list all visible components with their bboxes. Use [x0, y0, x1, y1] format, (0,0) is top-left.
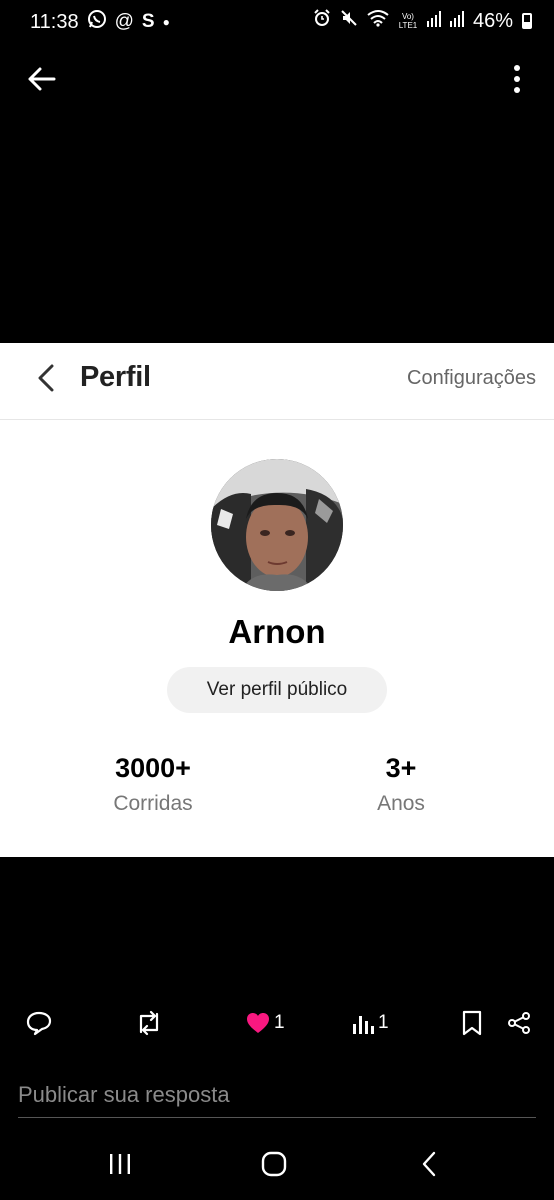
- wifi-icon: [367, 9, 389, 33]
- status-left: 11:38 @ S ●: [30, 9, 170, 35]
- signal-icon: [426, 10, 441, 33]
- alarm-icon: [313, 9, 331, 33]
- status-bar: 11:38 @ S ● Vo) LTE1 46%: [0, 0, 554, 44]
- more-options-icon[interactable]: [512, 64, 522, 94]
- mute-icon: [340, 9, 358, 33]
- whatsapp-icon: [87, 9, 107, 35]
- stat-label: Corridas: [113, 792, 193, 815]
- profile-name: Arnon: [228, 613, 326, 650]
- at-icon: @: [114, 11, 134, 32]
- bookmark-button[interactable]: [461, 1008, 483, 1038]
- embedded-screenshot[interactable]: Perfil Configurações Arnon Ver perfil pú…: [0, 343, 554, 857]
- page-title: Perfil: [80, 361, 151, 393]
- chevron-left-icon: [36, 363, 56, 393]
- bookmark-icon: [461, 1010, 483, 1036]
- stat-label: Anos: [377, 792, 425, 815]
- battery-percent: 46%: [472, 9, 513, 32]
- like-count: 1: [274, 1012, 285, 1033]
- nav-back-button[interactable]: [410, 1146, 450, 1182]
- reply-input[interactable]: Publicar sua resposta: [18, 1076, 536, 1118]
- analytics-icon: [352, 1012, 374, 1034]
- avatar: [211, 459, 343, 591]
- dot-icon: ●: [162, 15, 170, 29]
- comment-icon: [26, 1010, 52, 1036]
- repost-button[interactable]: [135, 1008, 163, 1038]
- stat-value: 3+: [385, 753, 417, 783]
- reply-button[interactable]: [26, 1008, 52, 1038]
- s-icon: S: [141, 11, 155, 32]
- volte-icon: Vo) LTE1: [398, 12, 418, 30]
- status-time: 11:38: [30, 10, 79, 33]
- view-count: 1: [378, 1012, 389, 1033]
- recent-apps-button[interactable]: [100, 1146, 140, 1182]
- share-icon: [507, 1011, 531, 1035]
- heart-icon: [246, 1012, 270, 1034]
- embed-header: Perfil Configurações: [0, 343, 554, 420]
- signal-icon: [449, 10, 464, 33]
- stat-years: 3+ Anos: [301, 753, 501, 816]
- back-arrow-icon[interactable]: [26, 64, 56, 94]
- stat-rides: 3000+ Corridas: [53, 753, 253, 816]
- view-public-profile-button: Ver perfil público: [167, 667, 387, 713]
- share-button[interactable]: [507, 1008, 531, 1038]
- like-button[interactable]: 1: [246, 1008, 285, 1038]
- home-button[interactable]: [254, 1146, 294, 1182]
- views-button[interactable]: 1: [352, 1008, 389, 1038]
- repost-icon: [135, 1010, 163, 1036]
- battery-icon: [522, 13, 532, 29]
- stat-value: 3000+: [115, 753, 191, 783]
- settings-link: Configurações: [407, 367, 536, 389]
- status-right: Vo) LTE1 46%: [313, 9, 532, 33]
